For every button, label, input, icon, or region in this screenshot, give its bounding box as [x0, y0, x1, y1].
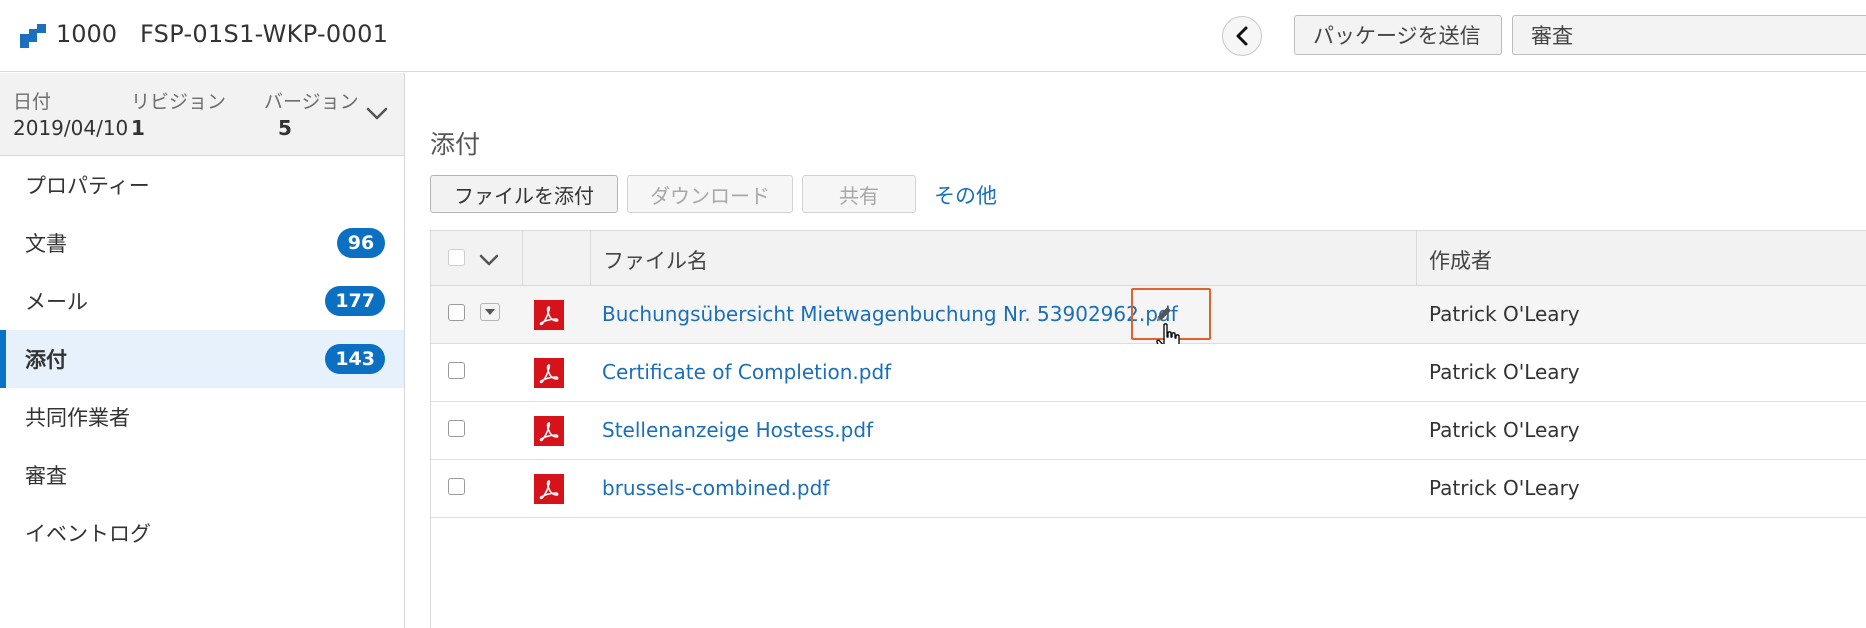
workspace-title: FSP-01S1-WKP-0001 [140, 20, 389, 48]
review-button[interactable]: 審査 [1512, 15, 1866, 55]
share-button[interactable]: 共有 [802, 175, 916, 213]
author-cell: Patrick O'Leary [1429, 302, 1580, 326]
column-divider [522, 231, 523, 285]
sidebar-item-label: 文書 [25, 232, 67, 256]
column-divider [1416, 231, 1417, 285]
sidebar-item-collaborators[interactable]: 共同作業者 [0, 388, 404, 446]
column-header-filename[interactable]: ファイル名 [603, 245, 708, 275]
workspace-number: 1000 [56, 20, 118, 48]
revision-label: リビジョン [131, 91, 227, 113]
file-name-link[interactable]: Certificate of Completion.pdf [602, 360, 891, 384]
count-badge: 177 [325, 286, 385, 316]
page-title: 添付 [430, 130, 481, 159]
version-value: 5 [278, 116, 292, 140]
version-selector[interactable]: 日付 リビジョン バージョン 2019/04/10 1 5 [0, 73, 404, 156]
sidebar-item-label: 添付 [25, 348, 67, 372]
version-label: バージョン [264, 91, 359, 113]
table-row[interactable]: Certificate of Completion.pdf Patrick O'… [431, 344, 1866, 402]
table-row[interactable]: brussels-combined.pdf Patrick O'Leary [431, 460, 1866, 518]
date-label: 日付 [13, 91, 52, 113]
table-row[interactable]: Buchungsübersicht Mietwagenbuchung Nr. 5… [431, 286, 1866, 357]
author-cell: Patrick O'Leary [1429, 476, 1580, 500]
pencil-icon [1157, 307, 1171, 321]
file-name-link[interactable]: brussels-combined.pdf [602, 476, 829, 500]
header-bar: 1000 FSP-01S1-WKP-0001 パッケージを送信 審査 [0, 0, 1866, 72]
revision-value: 1 [131, 116, 145, 140]
sidebar-item-properties[interactable]: プロパティー [0, 156, 404, 214]
pdf-icon [534, 300, 564, 330]
sidebar-item-label: メール [25, 290, 88, 314]
row-checkbox[interactable] [448, 304, 465, 321]
workspace-icon [20, 24, 46, 48]
sidebar: 日付 リビジョン バージョン 2019/04/10 1 5 プロパティー 文書 … [0, 73, 405, 628]
sidebar-item-review[interactable]: 審査 [0, 446, 404, 504]
sidebar-item-mail[interactable]: メール 177 [0, 272, 404, 330]
send-package-button[interactable]: パッケージを送信 [1294, 15, 1502, 55]
file-name-link[interactable]: Stellenanzeige Hostess.pdf [602, 418, 873, 442]
sidebar-item-event-log[interactable]: イベントログ [0, 504, 404, 562]
sidebar-item-label: プロパティー [25, 174, 150, 198]
chevron-down-icon[interactable] [366, 107, 388, 121]
table-header: ファイル名 作成者 [431, 230, 1866, 286]
pdf-icon [534, 474, 564, 504]
select-all-checkbox[interactable] [448, 249, 465, 266]
attachments-table: ファイル名 作成者 Buchungsübersicht Mietwagenbuc… [430, 230, 1866, 628]
row-menu-button[interactable] [480, 303, 500, 321]
sidebar-item-attachments[interactable]: 添付 143 [0, 330, 404, 388]
caret-down-icon [485, 309, 495, 315]
row-checkbox[interactable] [448, 478, 465, 495]
pdf-icon [534, 416, 564, 446]
collapse-button[interactable] [1222, 16, 1262, 56]
sidebar-item-label: 審査 [25, 464, 67, 488]
date-value: 2019/04/10 [13, 116, 129, 140]
table-row[interactable]: Stellenanzeige Hostess.pdf Patrick O'Lea… [431, 402, 1866, 460]
row-checkbox[interactable] [448, 420, 465, 437]
sidebar-item-documents[interactable]: 文書 96 [0, 214, 404, 272]
file-name-link[interactable]: Buchungsübersicht Mietwagenbuchung Nr. 5… [602, 302, 1178, 326]
sidebar-item-label: イベントログ [25, 522, 151, 546]
row-checkbox[interactable] [448, 362, 465, 379]
chevron-left-icon [1236, 26, 1248, 46]
download-button[interactable]: ダウンロード [627, 175, 793, 213]
attach-file-button[interactable]: ファイルを添付 [430, 175, 618, 213]
author-cell: Patrick O'Leary [1429, 418, 1580, 442]
more-link[interactable]: その他 [934, 180, 997, 210]
count-badge: 143 [325, 344, 385, 374]
sidebar-item-label: 共同作業者 [25, 406, 130, 430]
column-divider [590, 231, 591, 285]
pdf-icon [534, 358, 564, 388]
chevron-down-icon[interactable] [479, 254, 499, 267]
author-cell: Patrick O'Leary [1429, 360, 1580, 384]
count-badge: 96 [337, 228, 385, 258]
column-header-author[interactable]: 作成者 [1429, 245, 1492, 275]
